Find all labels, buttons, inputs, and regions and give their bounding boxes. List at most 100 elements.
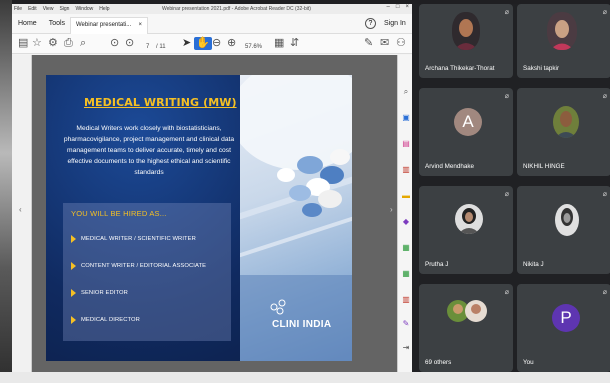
- group-photo-icon: [465, 300, 487, 322]
- mic-off-icon: ⌀: [504, 191, 509, 198]
- help-icon[interactable]: ?: [365, 18, 376, 29]
- close-tab-icon[interactable]: ×: [138, 22, 142, 30]
- menu-bar: File Edit View Sign Window Help: [12, 6, 110, 12]
- document-tab-label: Webinar presentati...: [76, 22, 132, 28]
- print-icon[interactable]: ⎙: [64, 37, 73, 50]
- background-window-edge: [0, 0, 12, 383]
- bullet-arrow-icon: [71, 289, 76, 297]
- participant-tile[interactable]: P ⌀ You: [517, 284, 610, 372]
- combine-files-icon[interactable]: ◆: [401, 217, 411, 227]
- search-icon[interactable]: ⌕: [80, 37, 86, 50]
- mic-off-icon: ⌀: [602, 289, 607, 296]
- participant-tile[interactable]: ⌀ Archana Thikekar-Thorat: [419, 4, 513, 78]
- zoom-in-icon[interactable]: ⊕: [227, 37, 236, 50]
- page-display-icon[interactable]: ▦: [274, 37, 284, 50]
- page-number-input[interactable]: 7: [146, 41, 149, 54]
- tab-tools[interactable]: Tools: [43, 20, 71, 27]
- woman-photo-icon: [547, 12, 577, 50]
- woman-photo-icon: [452, 12, 480, 50]
- mic-off-icon: ⌀: [602, 93, 607, 100]
- create-pdf-icon[interactable]: ▤: [18, 37, 28, 50]
- participant-tile[interactable]: ⌀ Prutha J: [419, 186, 513, 274]
- export-pdf-icon[interactable]: ▣: [401, 113, 411, 123]
- bullet-arrow-icon: [71, 316, 76, 324]
- bookmark-star-icon[interactable]: ☆: [32, 37, 42, 50]
- role-item: SENIOR EDITOR: [71, 289, 128, 297]
- participant-tile[interactable]: ⌀ Sakshi tapkir: [517, 4, 610, 78]
- participant-name: 69 others: [425, 359, 452, 366]
- participant-name: Prutha J: [425, 261, 449, 268]
- participant-name: NIKHIL HINGE: [523, 163, 565, 170]
- participant-tile[interactable]: ⌀ NIKHIL HINGE: [517, 88, 610, 176]
- participant-tile[interactable]: A ⌀ Arvind Mendhake: [419, 88, 513, 176]
- participant-photo: [465, 300, 487, 322]
- participant-tile[interactable]: ⌀ Nikita J: [517, 186, 610, 274]
- woman-photo-icon: [455, 204, 483, 234]
- toolbar: ▤ ☆ ⚙ ⎙ ⌕ ⊙ ⊙ 7 / 11 ➤ ✋ ⊖ ⊕ 57.6% ▦ ⇵ ✎…: [12, 34, 412, 54]
- zoom-tool-icon[interactable]: ⌕: [401, 87, 411, 97]
- comment-icon[interactable]: ▬: [401, 191, 411, 201]
- participant-avatar: A: [454, 108, 482, 136]
- role-label: MEDICAL DIRECTOR: [81, 317, 140, 323]
- menu-file[interactable]: File: [14, 6, 22, 12]
- role-label: CONTENT WRITER / EDITORIAL ASSOCIATE: [81, 263, 207, 269]
- sign-in-button[interactable]: Sign In: [384, 20, 406, 27]
- email-icon[interactable]: ✉: [380, 37, 389, 50]
- menu-sign[interactable]: Sign: [59, 6, 69, 12]
- account-icon[interactable]: ⚇: [396, 37, 406, 50]
- scroll-mode-icon[interactable]: ⇵: [290, 37, 299, 50]
- page-total: / 11: [156, 44, 166, 50]
- hand-tool-icon[interactable]: ✋: [194, 37, 212, 50]
- mic-off-icon: ⌀: [602, 9, 607, 16]
- navigation-pane: [12, 55, 32, 372]
- participant-photo: [452, 12, 480, 50]
- menu-view[interactable]: View: [43, 6, 54, 12]
- protect-icon[interactable]: ▥: [401, 295, 411, 305]
- select-tool-icon[interactable]: ➤: [182, 37, 191, 50]
- sign-tool-icon[interactable]: ✎: [364, 37, 373, 50]
- woman-photo-icon: [555, 204, 579, 236]
- organize-pages-icon[interactable]: ▦: [401, 243, 411, 253]
- mic-off-icon: ⌀: [504, 9, 509, 16]
- minimize-icon[interactable]: –: [387, 4, 390, 10]
- more-tools-icon[interactable]: ⇥: [401, 343, 411, 353]
- menu-edit[interactable]: Edit: [28, 6, 37, 12]
- participant-name: Arvind Mendhake: [425, 163, 475, 170]
- menu-help[interactable]: Help: [99, 6, 109, 12]
- participant-name: Archana Thikekar-Thorat: [425, 65, 495, 72]
- share-icon[interactable]: ⚙: [48, 37, 58, 50]
- fill-sign-icon[interactable]: ✎: [401, 319, 411, 329]
- edit-pdf-icon[interactable]: ▥: [401, 165, 411, 175]
- maximize-icon[interactable]: □: [396, 4, 400, 10]
- man-photo-icon: [553, 106, 579, 138]
- participant-photo: [455, 204, 483, 234]
- document-view[interactable]: ‹ MEDICAL WRITING (MW) Medical Writers w…: [12, 55, 412, 372]
- bottom-edge: [0, 372, 610, 383]
- tab-home[interactable]: Home: [12, 20, 43, 27]
- close-icon[interactable]: ×: [405, 4, 409, 10]
- role-label: SENIOR EDITOR: [81, 290, 128, 296]
- compress-icon[interactable]: ▦: [401, 269, 411, 279]
- collapse-right-panel-icon[interactable]: ›: [390, 205, 393, 214]
- document-tab[interactable]: Webinar presentati... ×: [70, 17, 148, 34]
- collapse-left-panel-icon[interactable]: ‹: [19, 205, 22, 214]
- mic-off-icon: ⌀: [504, 289, 509, 296]
- zoom-out-icon[interactable]: ⊖: [212, 37, 221, 50]
- participants-grid: ⌀ Archana Thikekar-Thorat ⌀ Sakshi tapki…: [412, 4, 610, 372]
- page-down-icon[interactable]: ⊙: [125, 37, 134, 50]
- role-item: MEDICAL WRITER / SCIENTIFIC WRITER: [71, 235, 196, 243]
- create-pdf-tool-icon[interactable]: ▤: [401, 139, 411, 149]
- participant-photo: [555, 204, 579, 236]
- page-up-icon[interactable]: ⊙: [110, 37, 119, 50]
- role-label: MEDICAL WRITER / SCIENTIFIC WRITER: [81, 236, 196, 242]
- screen: File Edit View Sign Window Help Webinar …: [0, 0, 610, 383]
- participant-tile[interactable]: ⌀ 69 others: [419, 284, 513, 372]
- zoom-level-dropdown[interactable]: 57.6%: [245, 41, 262, 54]
- mic-off-icon: ⌀: [504, 93, 509, 100]
- menu-window[interactable]: Window: [75, 6, 93, 12]
- acrobat-window: File Edit View Sign Window Help Webinar …: [12, 4, 412, 372]
- bullet-arrow-icon: [71, 235, 76, 243]
- mic-off-icon: ⌀: [602, 191, 607, 198]
- slide-body-text: Medical Writers work closely with biosta…: [63, 125, 235, 176]
- clini-india-logo: CLINI INDIA: [272, 319, 332, 330]
